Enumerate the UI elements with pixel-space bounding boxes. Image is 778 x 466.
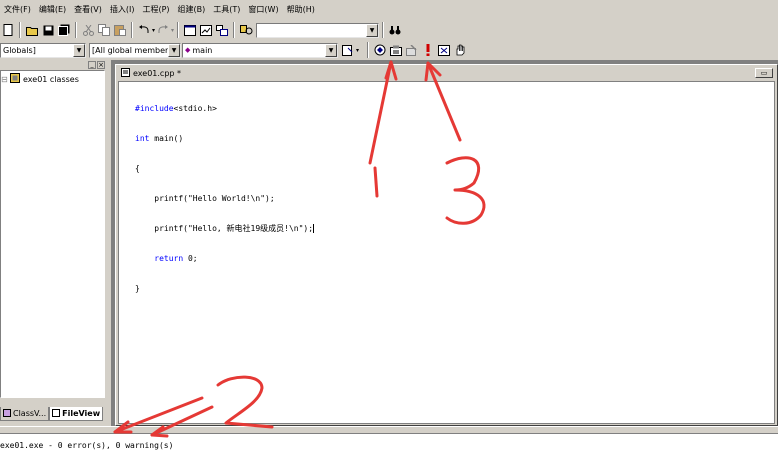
output-window-icon[interactable] — [199, 23, 213, 37]
standard-toolbar: ▾ ▾ ▼ — [0, 20, 778, 40]
save-all-icon[interactable] — [57, 23, 71, 37]
new-file-icon[interactable] — [1, 23, 15, 37]
menu-project[interactable]: 工程(P) — [138, 0, 173, 20]
code-line: printf("Hello, 新电社19级成员!\n"); — [135, 224, 315, 233]
editor-title: exe01.cpp * — [133, 69, 182, 78]
classes-icon — [10, 72, 20, 86]
code-editor[interactable]: #include<stdio.h> int main() { printf("H… — [118, 81, 775, 424]
separator — [131, 22, 133, 38]
menu-tools[interactable]: 工具(T) — [209, 0, 244, 20]
wizard-dropdown-icon[interactable]: ▾ — [356, 47, 359, 54]
tab-fileview[interactable]: FileView — [49, 407, 104, 421]
document-icon — [121, 68, 130, 79]
menu-view[interactable]: 查看(V) — [70, 0, 106, 20]
class-tree[interactable]: ⊟ exe01 classes — [0, 70, 105, 398]
fileview-icon — [52, 408, 61, 419]
chevron-down-icon[interactable]: ▼ — [73, 43, 85, 57]
save-icon[interactable] — [41, 23, 55, 37]
stop-build-icon[interactable] — [405, 43, 419, 57]
code-line: #include<stdio.h> — [135, 104, 217, 113]
members-combo-text: [All global members — [92, 45, 168, 55]
text-cursor — [313, 224, 315, 233]
code-line: { — [135, 164, 140, 173]
separator — [382, 22, 385, 38]
find-combo[interactable]: ▼ — [256, 22, 380, 38]
separator — [367, 42, 370, 58]
restore-icon[interactable]: _ — [88, 61, 96, 69]
menu-help[interactable]: 帮助(H) — [283, 0, 319, 20]
menu-file[interactable]: 文件(F) — [0, 0, 35, 20]
chevron-down-icon[interactable]: ▼ — [168, 43, 180, 57]
workspace-pane-titlebar: _ × — [0, 60, 107, 70]
workspace-tabs: ClassV... FileView — [0, 407, 104, 423]
menu-edit[interactable]: 编辑(E) — [35, 0, 70, 20]
wizardbar-toolbar: Globals] ▼ [All global members ▼ ◆ main … — [0, 40, 778, 60]
code-line: int main() — [135, 134, 184, 143]
tab-classview-label: ClassV... — [13, 409, 47, 418]
chevron-down-icon[interactable]: ▼ — [325, 43, 337, 57]
find-in-files-icon[interactable] — [239, 23, 253, 37]
paste-icon[interactable] — [113, 23, 127, 37]
find-icon[interactable] — [388, 23, 402, 37]
class-combo-text: Globals] — [3, 45, 36, 55]
menu-build[interactable]: 组建(B) — [174, 0, 210, 20]
build-icon[interactable] — [389, 43, 403, 57]
function-combo[interactable]: ◆ main ▼ — [182, 42, 338, 58]
tab-fileview-label: FileView — [62, 409, 101, 418]
redo-icon[interactable] — [156, 23, 170, 37]
redo-dropdown-icon[interactable]: ▾ — [171, 27, 174, 34]
menu-insert[interactable]: 插入(I) — [106, 0, 139, 20]
output-pane[interactable]: exe01.exe - 0 error(s), 0 warning(s) — [0, 434, 778, 466]
undo-icon[interactable] — [137, 23, 151, 37]
code-line: } — [135, 284, 140, 293]
editor-window: exe01.cpp * ▭ #include<stdio.h> int main… — [115, 64, 778, 426]
classview-icon — [3, 408, 11, 419]
open-folder-icon[interactable] — [25, 23, 39, 37]
wizard-action-icon[interactable] — [341, 43, 355, 57]
separator — [75, 22, 77, 38]
code-text: #include<stdio.h> int main() { printf("H… — [135, 84, 315, 314]
code-line: printf("Hello World!\n"); — [135, 194, 275, 203]
separator — [19, 22, 21, 38]
tree-root-item[interactable]: ⊟ exe01 classes — [1, 72, 79, 86]
restore-window-icon[interactable]: ▭ — [755, 68, 773, 78]
compile-icon[interactable] — [373, 43, 387, 57]
code-line: return 0; — [135, 254, 198, 263]
breakpoint-hand-icon[interactable] — [453, 43, 467, 57]
tab-classview[interactable]: ClassV... — [0, 407, 50, 421]
editor-titlebar[interactable]: exe01.cpp * ▭ — [118, 67, 775, 80]
copy-icon[interactable] — [97, 23, 111, 37]
separator — [177, 22, 180, 38]
cut-icon[interactable] — [81, 23, 95, 37]
close-icon[interactable]: × — [97, 61, 105, 69]
output-splitter[interactable] — [0, 426, 778, 434]
tree-root-label: exe01 classes — [23, 74, 79, 84]
members-combo[interactable]: [All global members ▼ — [89, 42, 181, 58]
undo-dropdown-icon[interactable]: ▾ — [152, 27, 155, 34]
workspace-pane: _ × ⊟ exe01 classes ClassV... FileView — [0, 60, 107, 425]
chevron-down-icon[interactable]: ▼ — [366, 23, 379, 37]
execute-icon[interactable] — [421, 43, 435, 57]
separator — [233, 22, 236, 38]
menu-window[interactable]: 窗口(W) — [244, 0, 282, 20]
window-list-icon[interactable] — [215, 23, 229, 37]
method-icon: ◆ — [185, 46, 191, 54]
menu-bar: 文件(F) 编辑(E) 查看(V) 插入(I) 工程(P) 组建(B) 工具(T… — [0, 0, 778, 20]
build-result-line: exe01.exe - 0 error(s), 0 warning(s) — [0, 441, 174, 450]
function-combo-text: main — [192, 45, 213, 55]
go-icon[interactable] — [437, 43, 451, 57]
class-combo[interactable]: Globals] ▼ — [0, 42, 86, 58]
workspace-icon[interactable] — [183, 23, 197, 37]
tree-expander-icon[interactable]: ⊟ — [1, 75, 8, 84]
